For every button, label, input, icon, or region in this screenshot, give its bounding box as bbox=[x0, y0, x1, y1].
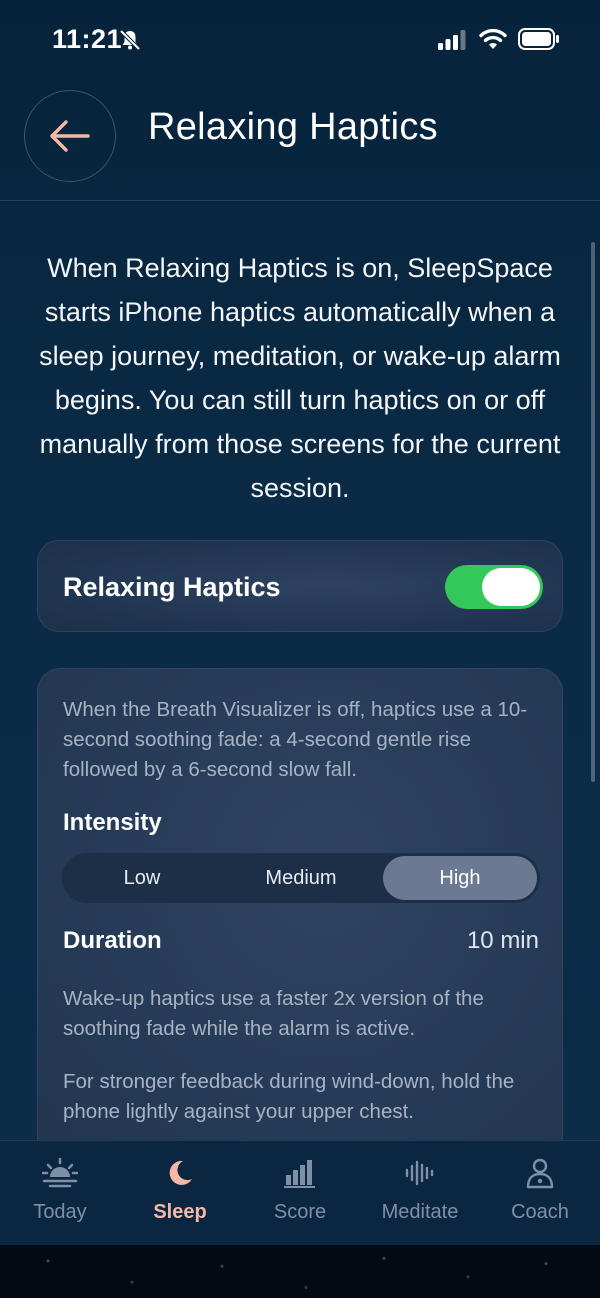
tab-sleep-label: Sleep bbox=[153, 1201, 207, 1223]
wake-up-haptics-note: Wake-up haptics use a faster 2x version … bbox=[63, 987, 484, 1040]
tab-bar: Today Sleep Score Meditate Coach bbox=[0, 1140, 600, 1245]
duration-label: Duration bbox=[63, 927, 162, 954]
status-bar: 11:21 bbox=[0, 0, 600, 80]
scroll-indicator[interactable] bbox=[591, 242, 595, 782]
moon-icon bbox=[169, 1160, 192, 1185]
duration-value: 10 min bbox=[466, 927, 539, 954]
tab-meditate-label: Meditate bbox=[381, 1201, 459, 1223]
tab-today[interactable]: Today bbox=[0, 1157, 120, 1237]
tab-coach[interactable]: Coach bbox=[480, 1157, 600, 1237]
tab-score[interactable]: Score bbox=[240, 1157, 360, 1237]
tab-sleep[interactable]: Sleep bbox=[120, 1157, 240, 1237]
arrow-left-icon bbox=[50, 120, 90, 152]
intro-text: When Relaxing Haptics is on, SleepSpace … bbox=[39, 253, 561, 503]
breath-visualizer-note: When the Breath Visualizer is off, hapti… bbox=[63, 698, 528, 781]
back-button[interactable] bbox=[24, 90, 116, 182]
bar-chart-icon bbox=[284, 1160, 315, 1188]
tab-meditate[interactable]: Meditate bbox=[360, 1157, 480, 1237]
tab-coach-label: Coach bbox=[511, 1201, 569, 1223]
relaxing-haptics-toggle-card: Relaxing Haptics bbox=[37, 540, 563, 632]
battery-icon bbox=[518, 28, 559, 50]
intensity-option-high[interactable]: High bbox=[383, 856, 537, 900]
tab-score-label: Score bbox=[273, 1201, 327, 1223]
wifi-icon bbox=[479, 28, 507, 49]
sunrise-icon bbox=[42, 1157, 78, 1188]
duration-row[interactable]: Duration 10 min bbox=[63, 923, 539, 963]
intensity-label: Intensity bbox=[63, 809, 162, 836]
bell-slash-icon bbox=[119, 29, 141, 51]
coach-icon bbox=[526, 1158, 554, 1189]
status-time: 11:21 bbox=[52, 24, 123, 54]
screen: 11:21 Relaxing Haptics When Relaxing Hap… bbox=[0, 0, 600, 1245]
waveform-icon bbox=[405, 1160, 434, 1186]
tab-today-label: Today bbox=[33, 1201, 87, 1223]
cellular-signal-icon bbox=[438, 30, 466, 50]
chest-feedback-note: For stronger feedback during wind-down, … bbox=[63, 1070, 515, 1123]
intensity-option-medium[interactable]: Medium bbox=[224, 856, 378, 900]
toggle-knob bbox=[482, 568, 540, 606]
starfield-background bbox=[0, 1245, 600, 1298]
page-title: Relaxing Haptics bbox=[148, 106, 438, 148]
relaxing-haptics-toggle[interactable] bbox=[445, 565, 543, 609]
header: Relaxing Haptics bbox=[0, 80, 600, 201]
toggle-label: Relaxing Haptics bbox=[63, 572, 281, 602]
intensity-segmented-control: Low Medium High bbox=[62, 853, 540, 903]
intensity-option-low[interactable]: Low bbox=[65, 856, 219, 900]
haptics-settings-card: When the Breath Visualizer is off, hapti… bbox=[37, 668, 563, 1168]
